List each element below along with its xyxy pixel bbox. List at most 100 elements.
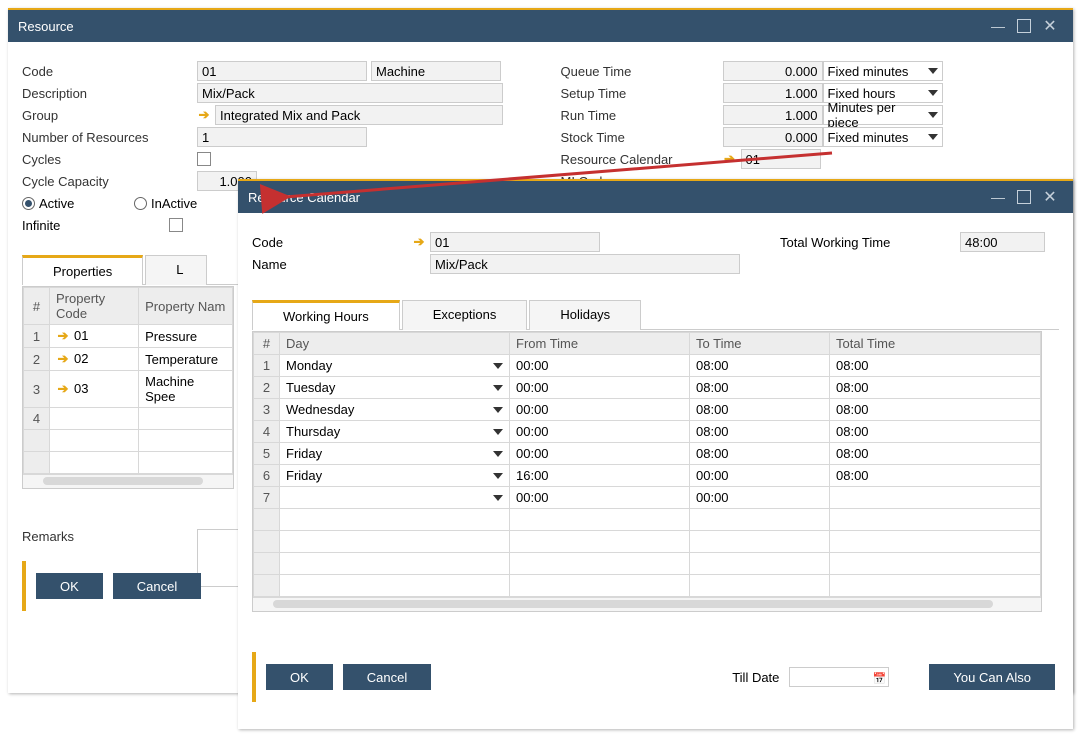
- cycle-capacity-label: Cycle Capacity: [22, 174, 197, 189]
- link-arrow-icon[interactable]: ➔: [56, 381, 70, 397]
- you-can-also-button[interactable]: You Can Also: [929, 664, 1055, 690]
- total-working-time-value: [960, 232, 1045, 252]
- infinite-label: Infinite: [22, 218, 169, 233]
- stock-time-label: Stock Time: [561, 130, 723, 145]
- maximize-icon[interactable]: [1011, 13, 1037, 39]
- table-row[interactable]: 5Friday00:0008:0008:00: [254, 443, 1041, 465]
- col-num: #: [24, 288, 50, 325]
- group-input[interactable]: [215, 105, 503, 125]
- link-arrow-icon[interactable]: ➔: [56, 328, 70, 344]
- chevron-down-icon[interactable]: [493, 495, 503, 501]
- till-date-input[interactable]: [789, 667, 889, 687]
- table-row: [24, 430, 233, 452]
- code-input[interactable]: [197, 61, 367, 81]
- stock-time-unit-select[interactable]: Fixed minutes: [823, 127, 943, 147]
- active-radio[interactable]: [22, 197, 35, 210]
- calendar-icon[interactable]: [873, 670, 887, 685]
- active-label: Active: [39, 196, 134, 211]
- table-row: [254, 553, 1041, 575]
- description-label: Description: [22, 86, 197, 101]
- remarks-label: Remarks: [22, 529, 197, 544]
- col-day: Day: [280, 333, 510, 355]
- table-row: 3➔03Machine Spee: [24, 371, 233, 408]
- description-input[interactable]: [197, 83, 503, 103]
- table-row[interactable]: 6Friday16:0000:0008:00: [254, 465, 1041, 487]
- ok-button[interactable]: OK: [266, 664, 333, 690]
- link-arrow-icon[interactable]: ➔: [723, 151, 737, 167]
- col-property-code: Property Code: [50, 288, 139, 325]
- chevron-down-icon[interactable]: [493, 385, 503, 391]
- minimize-icon[interactable]: [985, 13, 1011, 39]
- cancel-button[interactable]: Cancel: [113, 573, 201, 599]
- close-icon[interactable]: [1037, 13, 1063, 39]
- horizontal-scrollbar[interactable]: [253, 597, 1041, 611]
- horizontal-scrollbar[interactable]: [23, 474, 233, 488]
- resource-title: Resource: [18, 19, 74, 34]
- table-row: 4: [24, 408, 233, 430]
- chevron-down-icon[interactable]: [493, 473, 503, 479]
- col-property-name: Property Nam: [139, 288, 233, 325]
- table-row: [254, 531, 1041, 553]
- run-time-input[interactable]: [723, 105, 823, 125]
- resource-calendar-title: Resource Calendar: [248, 190, 360, 205]
- tab-exceptions[interactable]: Exceptions: [402, 300, 528, 330]
- run-time-label: Run Time: [561, 108, 723, 123]
- table-row: [24, 452, 233, 474]
- group-label: Group: [22, 108, 197, 123]
- inactive-label: InActive: [151, 196, 197, 211]
- table-row: 2➔02Temperature: [24, 348, 233, 371]
- chevron-down-icon: [928, 68, 938, 74]
- resource-titlebar[interactable]: Resource: [8, 10, 1073, 42]
- queue-time-input[interactable]: [723, 61, 823, 81]
- link-arrow-icon[interactable]: ➔: [197, 107, 211, 123]
- tab-properties[interactable]: Properties: [22, 255, 143, 285]
- col-to: To Time: [690, 333, 830, 355]
- resource-calendar-window: Resource Calendar Code ➔ Name Total Work…: [238, 179, 1073, 729]
- calendar-code-input[interactable]: [430, 232, 600, 252]
- calendar-name-label: Name: [252, 257, 430, 272]
- queue-time-unit-select[interactable]: Fixed minutes: [823, 61, 943, 81]
- table-row: 1➔01Pressure: [24, 325, 233, 348]
- tab-holidays[interactable]: Holidays: [529, 300, 641, 330]
- table-row[interactable]: 700:0000:00: [254, 487, 1041, 509]
- close-icon[interactable]: [1037, 184, 1063, 210]
- table-row: [254, 575, 1041, 597]
- chevron-down-icon: [928, 134, 938, 140]
- table-row[interactable]: 3Wednesday00:0008:0008:00: [254, 399, 1041, 421]
- code-label: Code: [22, 64, 197, 79]
- calendar-code-label: Code: [252, 235, 412, 250]
- resource-calendar-input[interactable]: [741, 149, 821, 169]
- resource-calendar-titlebar[interactable]: Resource Calendar: [238, 181, 1073, 213]
- chevron-down-icon[interactable]: [493, 429, 503, 435]
- table-row[interactable]: 4Thursday00:0008:0008:00: [254, 421, 1041, 443]
- code-type-select[interactable]: Machine: [371, 61, 501, 81]
- ok-button[interactable]: OK: [36, 573, 103, 599]
- table-row[interactable]: 2Tuesday00:0008:0008:00: [254, 377, 1041, 399]
- maximize-icon[interactable]: [1011, 184, 1037, 210]
- calendar-name-input[interactable]: [430, 254, 740, 274]
- chevron-down-icon: [928, 90, 938, 96]
- run-time-unit-select[interactable]: Minutes per piece: [823, 105, 943, 125]
- link-arrow-icon[interactable]: ➔: [412, 234, 426, 250]
- cycles-label: Cycles: [22, 152, 197, 167]
- cancel-button[interactable]: Cancel: [343, 664, 431, 690]
- col-from: From Time: [510, 333, 690, 355]
- chevron-down-icon[interactable]: [493, 363, 503, 369]
- link-arrow-icon[interactable]: ➔: [56, 351, 70, 367]
- stock-time-input[interactable]: [723, 127, 823, 147]
- setup-time-label: Setup Time: [561, 86, 723, 101]
- num-resources-input[interactable]: [197, 127, 367, 147]
- tab-working-hours[interactable]: Working Hours: [252, 300, 400, 330]
- till-date-label: Till Date: [732, 670, 779, 685]
- setup-time-input[interactable]: [723, 83, 823, 103]
- cycles-checkbox[interactable]: [197, 152, 211, 166]
- table-row[interactable]: 1Monday00:0008:0008:00: [254, 355, 1041, 377]
- infinite-checkbox[interactable]: [169, 218, 183, 232]
- chevron-down-icon[interactable]: [493, 407, 503, 413]
- resource-calendar-label: Resource Calendar: [561, 152, 723, 167]
- chevron-down-icon[interactable]: [493, 451, 503, 457]
- inactive-radio[interactable]: [134, 197, 147, 210]
- minimize-icon[interactable]: [985, 184, 1011, 210]
- properties-grid: # Property Code Property Nam 1➔01Pressur…: [22, 286, 234, 489]
- tab-hidden[interactable]: L: [145, 255, 207, 285]
